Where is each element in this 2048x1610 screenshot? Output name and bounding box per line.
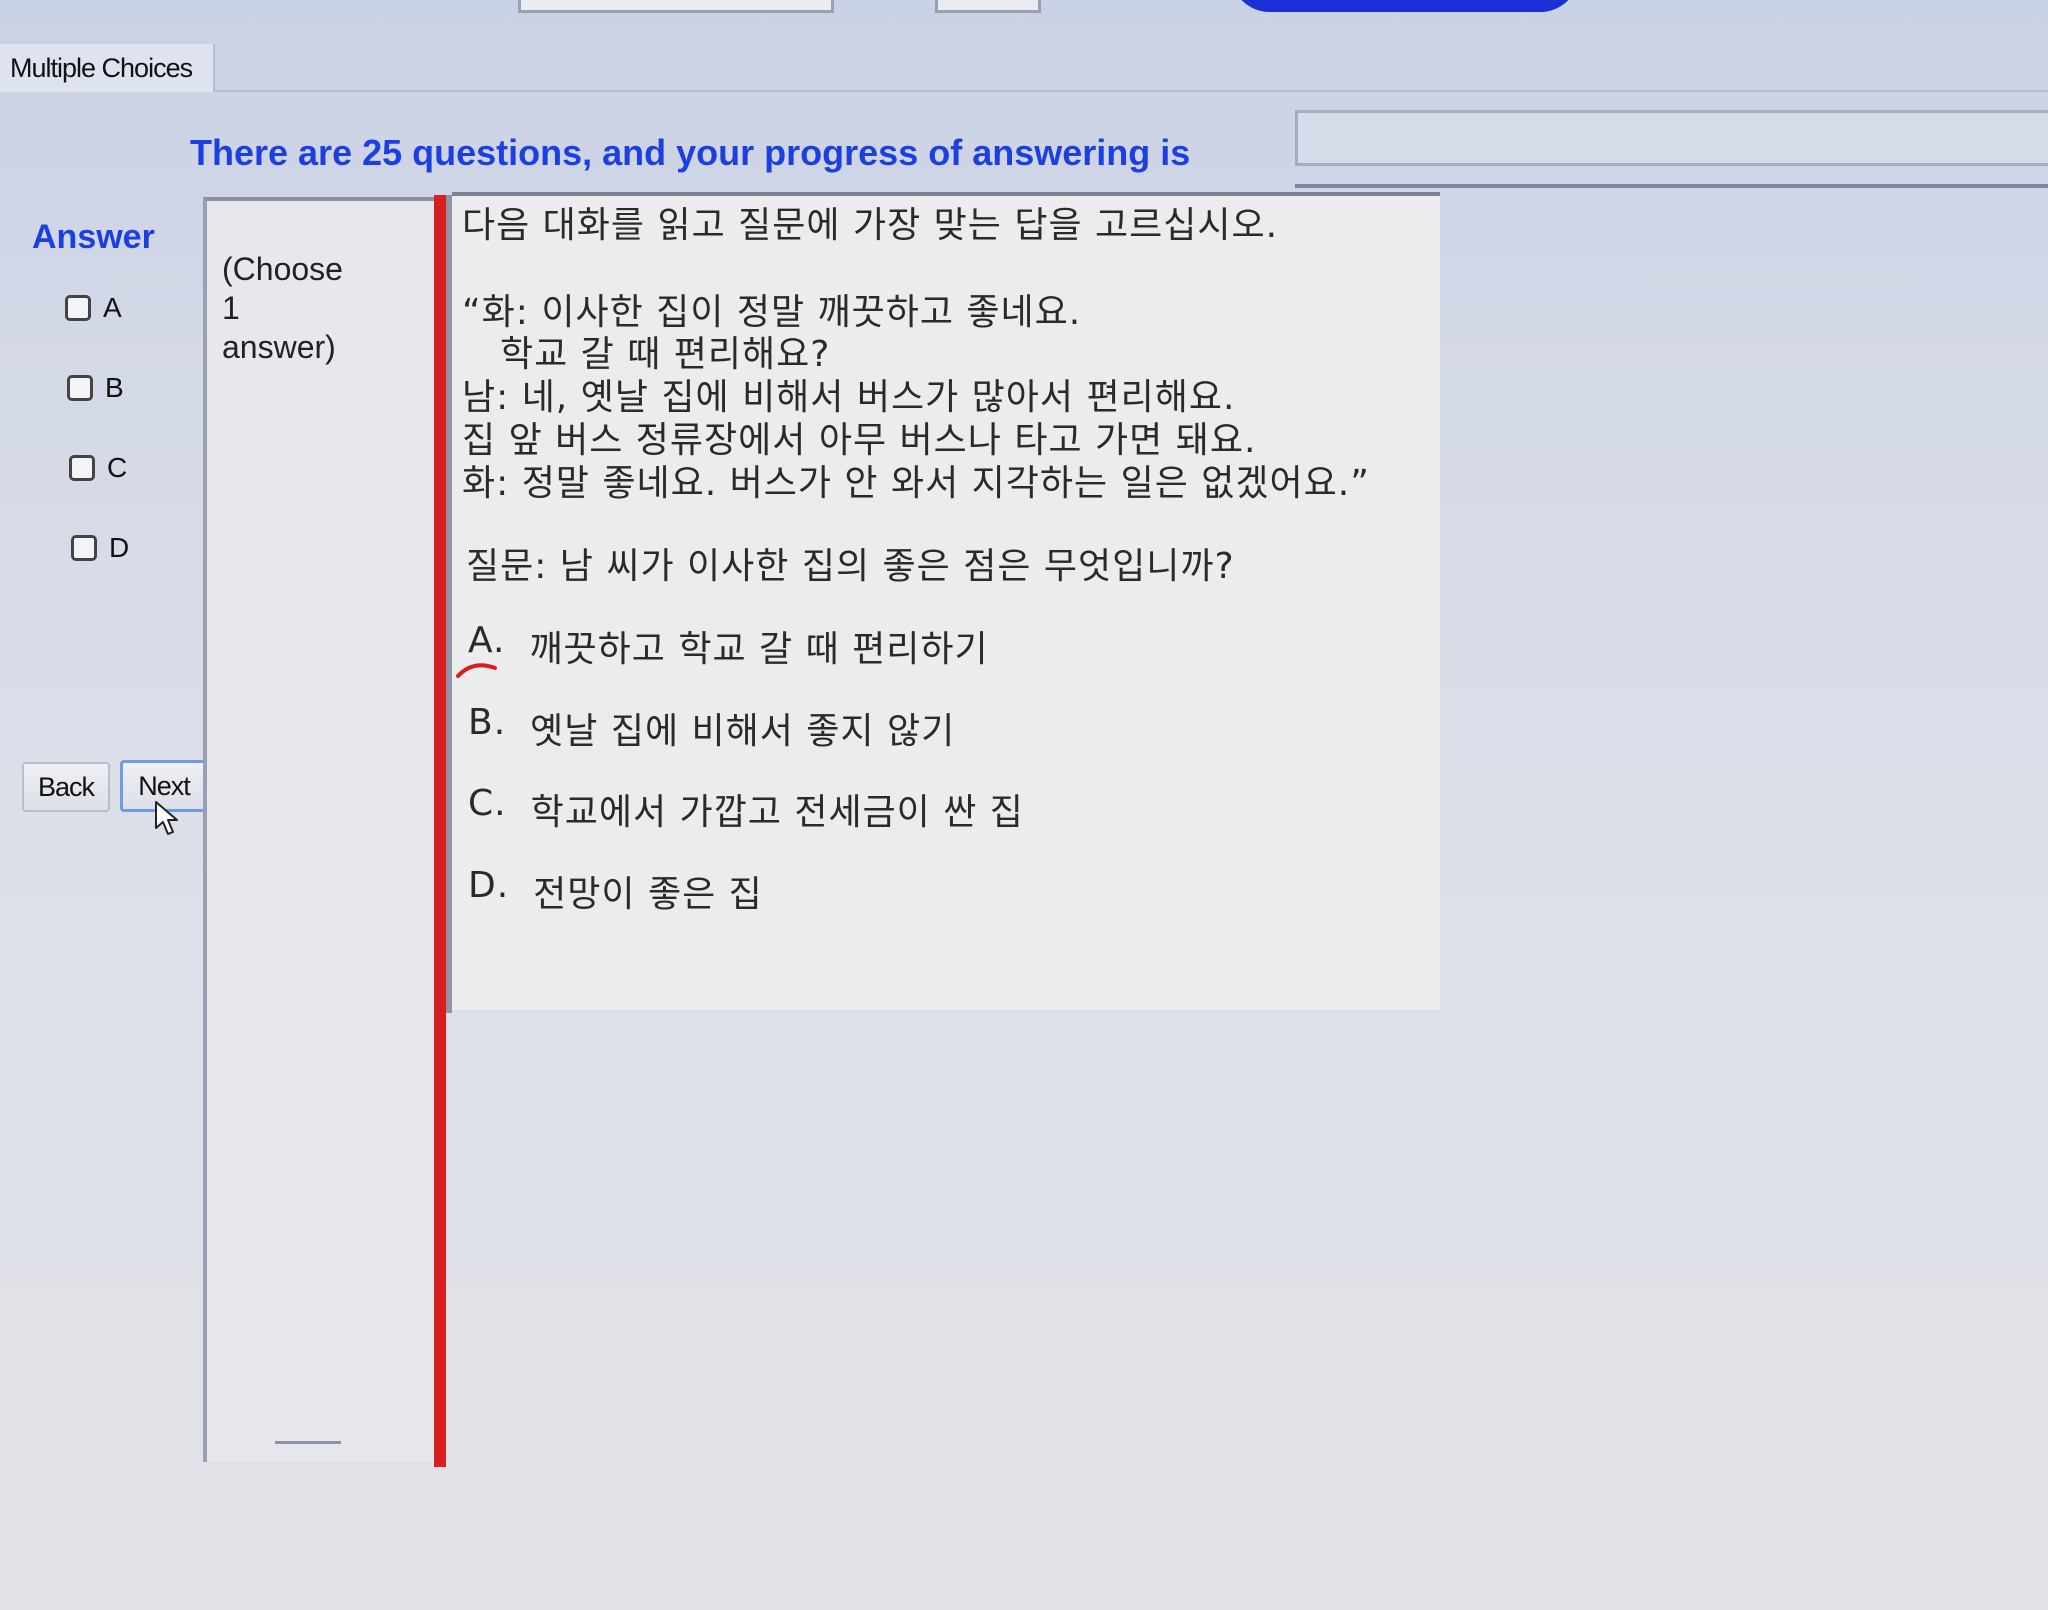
- question-text: 질문: 남 씨가 이사한 집의 좋은 점은 무엇입니까?: [466, 546, 1235, 587]
- answer-option-label: A: [103, 292, 122, 323]
- choose-instruction: (Choose 1 answer): [222, 250, 422, 367]
- answer-option-c[interactable]: C: [69, 452, 127, 484]
- option-text: 옛날 집에 비해서 좋지 않기: [530, 711, 956, 752]
- red-pen-mark: [456, 663, 497, 678]
- question-option-d: D. 전망이 좋은 집: [468, 865, 763, 917]
- dialogue-line: 화: 정말 좋네요. 버스가 안 와서 지각하는 일은 없겠어요.”: [462, 463, 1370, 504]
- checkbox-b[interactable]: [67, 375, 93, 401]
- option-letter: B.: [468, 702, 507, 743]
- option-text: 깨끗하고 학교 갈 때 편리하기: [529, 629, 989, 670]
- answer-heading: Answer: [32, 218, 155, 256]
- question-option-c: C. 학교에서 가깝고 전세금이 싼 집: [468, 783, 1024, 835]
- choose-line-1: (Choose: [222, 251, 343, 287]
- question-option-a: A. 깨끗하고 학교 갈 때 편리하기: [468, 620, 989, 672]
- checkbox-c[interactable]: [69, 455, 95, 481]
- answer-option-a[interactable]: A: [65, 292, 122, 324]
- answer-option-b[interactable]: B: [67, 372, 124, 404]
- answer-option-label: D: [109, 532, 130, 563]
- tab-multiple-choices[interactable]: Multiple Choices: [0, 44, 215, 92]
- question-instruction: 다음 대화를 읽고 질문에 가장 맞는 답을 고르십시오.: [462, 205, 1279, 246]
- progress-text: There are 25 questions, and your progres…: [190, 132, 1191, 173]
- red-divider: [434, 195, 446, 1467]
- answer-option-label: C: [107, 452, 128, 483]
- question-option-b: B. 옛날 집에 비해서 좋지 않기: [468, 702, 955, 754]
- choose-line-2: 1: [222, 290, 240, 326]
- top-button-partial[interactable]: [935, 0, 1041, 13]
- instruction-panel: [203, 197, 438, 1462]
- option-letter: C.: [468, 783, 507, 824]
- top-field-partial[interactable]: [518, 0, 834, 13]
- top-logo-partial: [1230, 0, 1580, 12]
- answer-option-d[interactable]: D: [71, 532, 129, 564]
- divider-dash: [275, 1441, 341, 1444]
- option-letter: D.: [468, 865, 510, 906]
- progress-bar: [1295, 110, 2048, 166]
- option-text: 학교에서 가깝고 전세금이 싼 집: [530, 792, 1024, 833]
- header-divider: [1295, 184, 2048, 188]
- choose-line-3: answer): [222, 329, 336, 365]
- answer-option-label: B: [105, 372, 124, 403]
- mouse-cursor-icon: [155, 801, 178, 835]
- back-button[interactable]: Back: [22, 762, 110, 812]
- tab-divider: [215, 90, 2048, 92]
- checkbox-a[interactable]: [65, 295, 91, 321]
- checkbox-d[interactable]: [71, 535, 97, 561]
- option-text: 전망이 좋은 집: [533, 874, 763, 915]
